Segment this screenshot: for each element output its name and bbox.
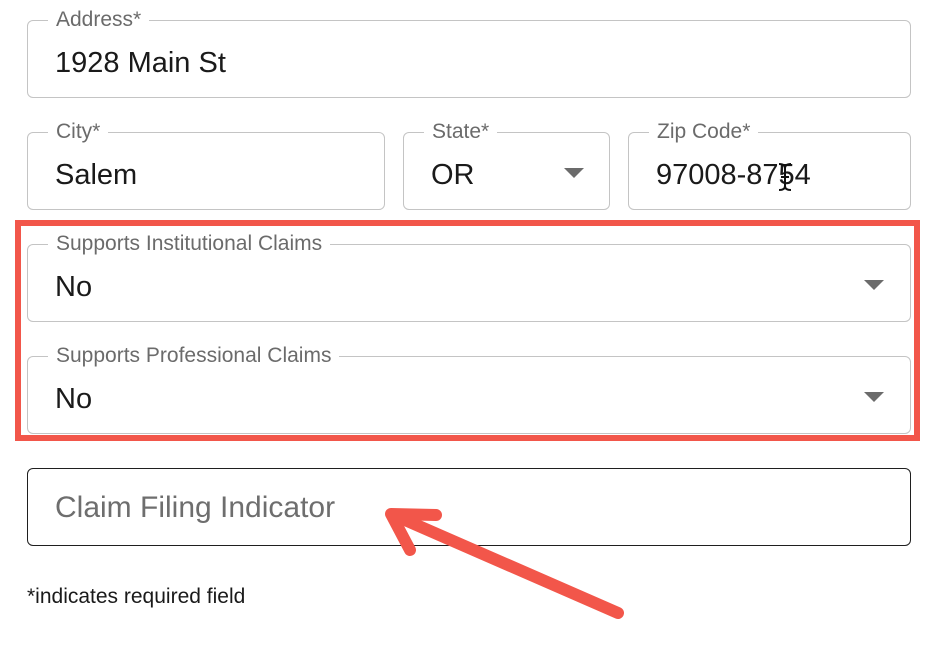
address-label: Address*	[48, 8, 150, 32]
supports-professional-claims-select[interactable]: Supports Professional Claims No	[27, 344, 911, 434]
zip-code-label: Zip Code*	[649, 120, 759, 144]
dropdown-caret-icon	[564, 168, 584, 178]
city-label: City*	[48, 120, 109, 144]
claim-filing-indicator-field[interactable]: Claim Filing Indicator	[27, 468, 911, 546]
dropdown-caret-icon	[864, 280, 884, 290]
text-cursor-icon	[778, 163, 792, 191]
state-label: State*	[424, 120, 498, 144]
supports-professional-claims-label: Supports Professional Claims	[48, 344, 340, 368]
supports-institutional-claims-value: No	[55, 271, 93, 303]
supports-institutional-claims-label: Supports Institutional Claims	[48, 232, 331, 256]
supports-institutional-claims-select[interactable]: Supports Institutional Claims No	[27, 232, 911, 322]
dropdown-caret-icon	[864, 392, 884, 402]
claim-filing-indicator-placeholder: Claim Filing Indicator	[55, 491, 336, 524]
address-value: 1928 Main St	[55, 47, 226, 79]
state-value: OR	[431, 159, 475, 191]
city-value: Salem	[55, 159, 138, 191]
state-select[interactable]: State* OR	[403, 120, 610, 210]
required-field-note: *indicates required field	[27, 585, 246, 608]
city-field[interactable]: City* Salem	[27, 120, 385, 210]
supports-professional-claims-value: No	[55, 383, 93, 415]
zip-code-field[interactable]: Zip Code* 97008-8754	[628, 120, 911, 210]
address-field[interactable]: Address* 1928 Main St	[27, 8, 911, 98]
